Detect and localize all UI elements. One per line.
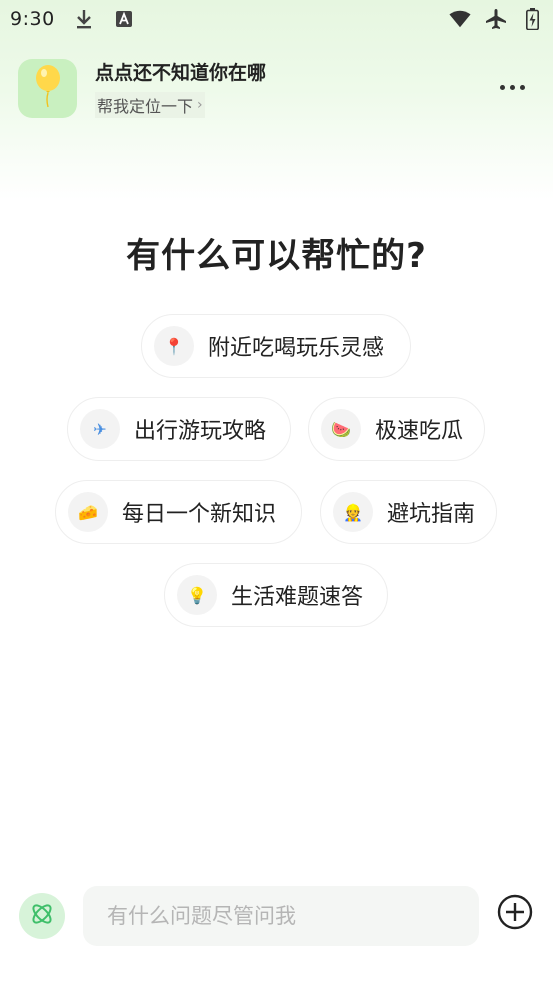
plus-circle-icon [497, 894, 533, 934]
dot [519, 84, 525, 90]
battery-icon [521, 8, 543, 30]
suggestion-chip-travel[interactable]: ✈ 出行游玩攻略 [67, 397, 291, 461]
ai-assistant-button[interactable] [19, 893, 65, 939]
airplane-icon: ✈ [80, 409, 120, 449]
status-bar: 9:30 [0, 0, 553, 38]
suggestion-chip-pitfall[interactable]: 👷 避坑指南 [320, 480, 497, 544]
chat-input[interactable] [83, 886, 479, 946]
pin-icon: 📍 [154, 326, 194, 366]
download-icon [73, 8, 95, 30]
location-header: 点点还不知道你在哪 帮我定位一下 › [18, 58, 538, 118]
dot [499, 84, 505, 90]
more-options-button[interactable] [494, 73, 530, 101]
chevron-right-icon: › [197, 97, 203, 113]
locate-me-label: 帮我定位一下 [97, 97, 194, 116]
avatar[interactable] [18, 58, 77, 118]
balloon-icon [33, 64, 63, 112]
lightbulb-icon: 💡 [177, 575, 217, 615]
page-title: 有什么可以帮忙的? [126, 236, 427, 276]
atom-icon [29, 901, 55, 931]
a-icon [113, 8, 135, 30]
watermelon-icon: 🍉 [321, 409, 361, 449]
chip-label: 生活难题速答 [231, 585, 364, 610]
chip-label: 附近吃喝玩乐灵感 [208, 336, 385, 361]
airplane-icon [485, 8, 507, 30]
chip-label: 避坑指南 [387, 502, 476, 527]
dot [509, 84, 515, 90]
status-time: 9:30 [10, 8, 55, 30]
chip-label: 极速吃瓜 [375, 419, 464, 444]
location-title: 点点还不知道你在哪 [95, 62, 267, 84]
cheese-icon: 🧀 [68, 492, 108, 532]
wifi-icon [449, 8, 471, 30]
suggestion-chip-nearby[interactable]: 📍 附近吃喝玩乐灵感 [141, 314, 411, 378]
worker-icon: 👷 [333, 492, 373, 532]
add-button[interactable] [497, 894, 533, 934]
chip-label: 每日一个新知识 [122, 502, 277, 527]
chip-label: 出行游玩攻略 [134, 419, 267, 444]
locate-me-link[interactable]: 帮我定位一下 › [95, 92, 205, 118]
suggestion-chip-knowledge[interactable]: 🧀 每日一个新知识 [55, 480, 302, 544]
suggestion-chip-life[interactable]: 💡 生活难题速答 [164, 563, 388, 627]
suggestion-chip-gossip[interactable]: 🍉 极速吃瓜 [308, 397, 485, 461]
